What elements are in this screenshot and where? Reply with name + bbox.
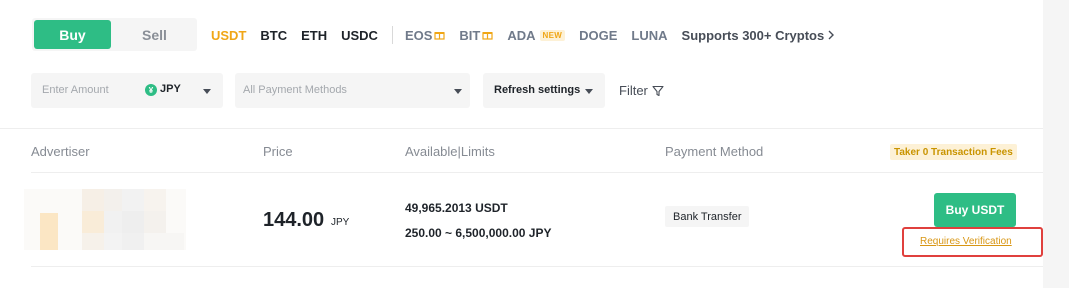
amount-input[interactable]: Enter Amount ¥ JPY — [31, 73, 223, 108]
supports-cryptos-link[interactable]: Supports 300+ Cryptos — [682, 28, 835, 43]
refresh-settings-label: Refresh settings — [494, 84, 581, 96]
caret-down-icon — [203, 89, 211, 94]
filter-label: Filter — [619, 83, 648, 98]
asset-tab-usdc[interactable]: USDC — [341, 28, 378, 43]
asset-tab-bit[interactable]: BIT — [459, 28, 493, 43]
funnel-icon — [652, 85, 664, 96]
price-currency: JPY — [331, 217, 350, 228]
buy-usdt-button[interactable]: Buy USDT — [934, 193, 1016, 227]
caret-down-icon — [585, 89, 593, 94]
asset-tab-eos-label: EOS — [404, 27, 433, 43]
chevron-right-icon — [828, 28, 835, 43]
asset-divider — [391, 26, 393, 44]
header-advertiser: Advertiser — [31, 144, 90, 159]
price-value: 144.00 — [263, 209, 325, 231]
asset-tab-bit-label: BIT — [459, 27, 481, 43]
asset-tab-eos[interactable]: EOS — [404, 27, 446, 43]
requires-verification-link[interactable]: Requires Verification — [920, 236, 1012, 247]
payment-method-tag: Bank Transfer — [665, 206, 750, 227]
sell-tab[interactable]: Sell — [114, 20, 195, 49]
payment-method-select[interactable]: All Payment Methods — [235, 73, 470, 108]
page-background — [1043, 0, 1069, 288]
asset-tab-usdt[interactable]: USDT — [211, 28, 246, 43]
advertiser-blurred — [24, 189, 186, 250]
trade-side-toggle: Buy Sell — [32, 18, 197, 51]
gift-icon — [434, 30, 446, 40]
buy-tab[interactable]: Buy — [34, 20, 111, 49]
asset-tab-btc[interactable]: BTC — [260, 28, 287, 43]
asset-tab-doge[interactable]: DOGE — [579, 28, 617, 43]
header-price: Price — [263, 144, 293, 159]
available-amount: 49,965.2013 USDT — [405, 201, 508, 215]
header-divider — [31, 172, 1043, 173]
asset-tab-ada[interactable]: ADA NEW — [507, 27, 566, 43]
supports-cryptos-label: Supports 300+ Cryptos — [681, 27, 825, 43]
header-available-limits: Available|Limits — [405, 144, 495, 159]
amount-placeholder: Enter Amount — [42, 84, 109, 96]
asset-tab-eth[interactable]: ETH — [301, 28, 327, 43]
row-divider — [31, 266, 1043, 267]
taker-fees-badge: Taker 0 Transaction Fees — [890, 144, 1017, 160]
currency-select[interactable]: JPY — [160, 83, 181, 95]
payment-method-placeholder: All Payment Methods — [243, 84, 347, 96]
section-divider — [0, 128, 1043, 129]
gift-icon — [482, 30, 493, 40]
header-payment-method: Payment Method — [665, 144, 764, 159]
asset-tabs: USDT BTC ETH USDC EOS BIT ADA NEW DOGE L… — [211, 26, 835, 44]
p2p-market-panel: Buy Sell USDT BTC ETH USDC EOS BIT ADA N… — [0, 0, 1043, 288]
order-limits: 250.00 ~ 6,500,000.00 JPY — [405, 226, 552, 240]
asset-tab-luna[interactable]: LUNA — [631, 28, 667, 43]
caret-down-icon — [454, 89, 462, 94]
filter-button[interactable]: Filter — [619, 83, 664, 98]
asset-tab-ada-label: ADA — [507, 27, 536, 43]
new-badge: NEW — [539, 29, 566, 41]
refresh-settings-select[interactable]: Refresh settings — [483, 73, 605, 108]
yen-coin-icon: ¥ — [145, 84, 157, 96]
